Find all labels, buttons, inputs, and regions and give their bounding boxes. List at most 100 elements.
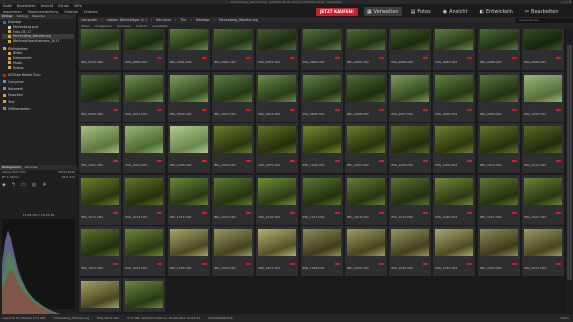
thumbnail-tile[interactable]: ····· IMG_1001.CR2 xyxy=(79,123,121,173)
rating-stars[interactable]: ····· xyxy=(524,107,530,110)
thumbnail-image[interactable] xyxy=(81,74,119,102)
tree-item[interactable]: Computer xyxy=(2,80,74,85)
thumbnail-tile[interactable]: ····· IMG_0988.CR2 xyxy=(477,29,520,70)
thumbnail-tile[interactable]: ····· IMG_1006.CR2 xyxy=(300,123,343,173)
quick-search-input[interactable]: Schnellsuche xyxy=(515,17,573,23)
rating-stars[interactable]: ····· xyxy=(303,261,309,264)
thumbnail-image[interactable] xyxy=(213,229,252,256)
thumbnail-tile[interactable]: ····· IMG_1009.CR2 xyxy=(433,123,476,173)
thumbnail-tile[interactable]: ····· IMG_1000.CR2 xyxy=(522,71,564,122)
rating-stars[interactable]: ····· xyxy=(214,261,220,264)
thumbnail-image[interactable] xyxy=(391,126,430,153)
tree-item[interactable]: Offlinemedien xyxy=(2,106,74,111)
thumbnail-image[interactable] xyxy=(213,126,252,153)
rating-stars[interactable]: ····· xyxy=(524,261,530,264)
thumbnail-image[interactable] xyxy=(346,126,385,153)
thumbnail-image[interactable] xyxy=(435,177,474,205)
tree-item[interactable]: Weihnachtsaufnahmen_2017 xyxy=(2,39,74,44)
rating-stars[interactable]: ····· xyxy=(303,107,309,110)
rating-stars[interactable]: ····· xyxy=(391,210,397,213)
thumbnail-tile[interactable]: ····· IMG_1003.CR2 xyxy=(167,123,210,173)
thumbnail-image[interactable] xyxy=(479,29,518,50)
rating-stars[interactable]: ····· xyxy=(170,261,176,264)
thumbnail-tile[interactable]: ····· IMG_0999.CR2 xyxy=(477,71,520,122)
thumbnail-tile[interactable]: ····· IMG_1010.CR2 xyxy=(477,123,520,173)
thumbnail-image[interactable] xyxy=(346,177,385,205)
thumbnail-image[interactable] xyxy=(302,177,341,205)
thumbnail-image[interactable] xyxy=(125,74,164,102)
rating-stars[interactable]: ····· xyxy=(347,210,353,213)
thumbnail-tile[interactable]: ·····IMG_1035.CR2 xyxy=(123,277,166,312)
thumbnail-image[interactable] xyxy=(213,29,252,50)
filter-button[interactable]: Filtern xyxy=(81,24,90,28)
rating-stars[interactable]: ····· xyxy=(480,55,486,58)
thumbnail-tile[interactable]: ····· IMG_1018.CR2 xyxy=(344,174,387,225)
thumbnail-image[interactable] xyxy=(81,126,119,153)
thumbnail-image[interactable] xyxy=(524,29,562,50)
thumbnail-image[interactable] xyxy=(391,29,430,50)
view-button[interactable]: Ansicht xyxy=(136,24,147,28)
thumbnail-tile[interactable]: ····· IMG_0991.CR2 xyxy=(123,71,166,122)
thumbnail-image[interactable] xyxy=(435,29,474,50)
thumbnail-tile[interactable]: ····· IMG_1023.CR2 xyxy=(79,226,121,276)
rating-stars[interactable]: ····· xyxy=(303,210,309,213)
select-button[interactable]: Auswählen xyxy=(152,24,168,28)
sort-button[interactable]: Sortieren xyxy=(117,24,131,28)
buy-now-button[interactable]: JETZT KAUFEN! xyxy=(316,7,358,16)
rating-stars[interactable]: ····· xyxy=(258,210,264,213)
rating-stars[interactable]: ····· xyxy=(347,261,353,264)
thumbnail-image[interactable] xyxy=(169,74,208,102)
tab-calendar[interactable]: Kalender xyxy=(30,14,47,19)
thumbnail-image[interactable] xyxy=(479,177,518,205)
thumbnail-tile[interactable]: ····· IMG_1024.CR2 xyxy=(123,226,166,276)
thumbnail-tile[interactable]: ····· IMG_0997.CR2 xyxy=(389,71,432,122)
rating-stars[interactable]: ····· xyxy=(524,158,530,161)
thumbnail-tile[interactable]: ·····IMG_1034.CR2 xyxy=(79,277,121,312)
thumbnail-image[interactable] xyxy=(346,74,385,102)
thumbnail-image[interactable] xyxy=(435,229,474,256)
rating-stars[interactable]: ····· xyxy=(435,107,441,110)
window-controls[interactable]: — ▢ ✕ xyxy=(561,0,571,4)
rating-stars[interactable]: ····· xyxy=(435,55,441,58)
thumbnail-image[interactable] xyxy=(524,126,562,153)
thumbnail-tile[interactable]: ····· IMG_1027.CR2 xyxy=(256,226,299,276)
group-button[interactable]: Gruppieren xyxy=(95,24,112,28)
breadcrumb-item[interactable]: Lokaler Datenträger (C:) xyxy=(107,18,147,22)
thumbnail-image[interactable] xyxy=(169,177,208,205)
thumbnail-tile[interactable]: ····· IMG_0993.CR2 xyxy=(211,71,254,122)
thumbnail-image[interactable] xyxy=(81,280,119,308)
rating-stars[interactable]: ····· xyxy=(81,55,87,58)
rating-stars[interactable]: ····· xyxy=(435,158,441,161)
thumbnail-image[interactable] xyxy=(125,229,164,256)
thumbnail-image[interactable] xyxy=(302,126,341,153)
thumbnail-image[interactable] xyxy=(81,229,119,256)
import-button[interactable]: Importieren xyxy=(3,10,22,14)
rating-stars[interactable]: ····· xyxy=(214,107,220,110)
thumbnail-tile[interactable]: ····· IMG_1031.CR2 xyxy=(433,226,476,276)
thumbnail-image[interactable] xyxy=(125,29,164,50)
thumbnail-image[interactable] xyxy=(346,229,385,256)
tab-folders[interactable]: Ordner xyxy=(0,14,15,19)
rating-stars[interactable]: ····· xyxy=(81,107,87,110)
breadcrumb-item[interactable]: Tim xyxy=(180,18,186,22)
rating-stars[interactable]: ····· xyxy=(391,158,397,161)
mode-edit[interactable]: ✂ Bearbeiten xyxy=(522,7,562,16)
breadcrumb-item[interactable]: Desktop xyxy=(196,18,210,22)
thumbnail-tile[interactable]: ····· IMG_1016.CR2 xyxy=(256,174,299,225)
thumbnail-tile[interactable]: ····· IMG_0987.CR2 xyxy=(433,29,476,70)
thumbnail-tile[interactable]: ····· IMG_1020.CR2 xyxy=(433,174,476,225)
rating-stars[interactable]: ····· xyxy=(347,158,353,161)
mode-develop[interactable]: ◐ Entwickeln xyxy=(477,7,516,16)
thumbnail-image[interactable] xyxy=(435,74,474,102)
thumbnail-tile[interactable]: ····· IMG_0989.CR2 xyxy=(522,29,564,70)
thumbnail-image[interactable] xyxy=(524,229,562,256)
slideshow-button[interactable]: Diashow xyxy=(64,10,78,14)
thumbnail-image[interactable] xyxy=(125,126,164,153)
thumbnail-tile[interactable]: ····· IMG_1021.CR2 xyxy=(477,174,520,225)
thumbnail-image[interactable] xyxy=(435,126,474,153)
rating-stars[interactable]: ····· xyxy=(214,55,220,58)
thumbnail-image[interactable] xyxy=(524,177,562,205)
rating-stars[interactable]: ····· xyxy=(170,55,176,58)
tree-item[interactable]: Videos xyxy=(2,65,74,70)
thumbnail-tile[interactable]: ····· IMG_0983.CR2 xyxy=(256,29,299,70)
